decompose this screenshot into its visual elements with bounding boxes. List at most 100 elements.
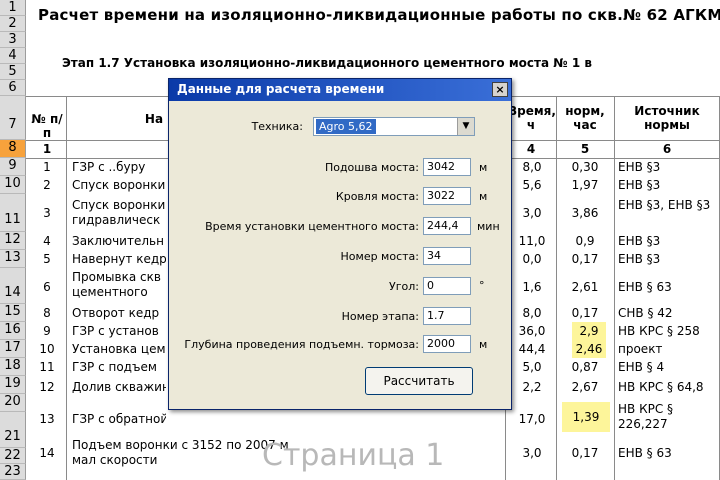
cell-source[interactable]: ЕНВ §3, ЕНВ §3 — [618, 198, 718, 230]
cell-norm[interactable]: 0,87 — [558, 360, 612, 374]
cell-source[interactable]: ЕНВ § 63 — [618, 446, 718, 460]
row-header[interactable]: 22 — [0, 448, 26, 464]
row-header[interactable]: 20 — [0, 394, 26, 412]
row-header[interactable]: 12 — [0, 232, 26, 250]
row-header[interactable]: 9 — [0, 158, 26, 176]
cell-norm-highlighted[interactable]: 2,46 — [572, 340, 606, 358]
row-header[interactable]: 1 — [0, 0, 26, 16]
cell-name[interactable]: ГЗР с ..буру — [72, 160, 166, 174]
row-header[interactable]: 18 — [0, 358, 26, 376]
cell-norm[interactable]: 0,17 — [558, 446, 612, 460]
cell-time[interactable]: 0,0 — [510, 252, 554, 266]
cell-time[interactable]: 11,0 — [510, 234, 554, 248]
row-header[interactable]: 21 — [0, 412, 26, 448]
row-header[interactable]: 7 — [0, 96, 26, 140]
cell-source[interactable]: проект — [618, 342, 718, 356]
cell-time[interactable]: 17,0 — [510, 412, 554, 426]
cell-norm-highlighted[interactable]: 2,9 — [572, 322, 606, 340]
cell-number[interactable]: 6 — [28, 280, 66, 294]
row-header[interactable]: 2 — [0, 16, 26, 32]
cell-number[interactable]: 11 — [28, 360, 66, 374]
row-header[interactable]: 4 — [0, 48, 26, 64]
row-header[interactable]: 5 — [0, 64, 26, 80]
cell-norm[interactable]: 0,30 — [558, 160, 612, 174]
cell-norm[interactable]: 2,61 — [558, 280, 612, 294]
row-header[interactable]: 6 — [0, 80, 26, 96]
stage-number-field[interactable]: 1.7 — [423, 307, 471, 325]
row-header[interactable]: 11 — [0, 194, 26, 232]
chevron-down-icon[interactable]: ▼ — [457, 118, 474, 135]
cell-source[interactable]: ЕНВ § 4 — [618, 360, 718, 374]
cell-number[interactable]: 5 — [28, 252, 66, 266]
cell-name[interactable]: Долив скважин — [72, 380, 166, 394]
cell-time[interactable]: 2,2 — [510, 380, 554, 394]
cell-source[interactable]: СНВ § 42 — [618, 306, 718, 320]
cell-norm[interactable]: 1,97 — [558, 178, 612, 192]
cell-name[interactable]: ГЗР с установ — [72, 324, 166, 338]
angle-field[interactable]: 0 — [423, 277, 471, 295]
close-button[interactable]: × — [492, 82, 508, 97]
bridge-number-field[interactable]: 34 — [423, 247, 471, 265]
cell-name[interactable]: Спуск воронки гидравлическ — [72, 198, 166, 230]
cell-name[interactable]: Спуск воронки — [72, 178, 166, 192]
cell-source[interactable]: ЕНВ §3 — [618, 160, 718, 174]
cell-name[interactable]: Навернут кедр — [72, 252, 166, 266]
cell-number[interactable]: 10 — [28, 342, 66, 356]
cell-number[interactable]: 2 — [28, 178, 66, 192]
cell-number[interactable]: 3 — [28, 206, 66, 220]
cell-number[interactable]: 4 — [28, 234, 66, 248]
cell-source[interactable]: НВ КРС § 64,8 — [618, 380, 718, 394]
cell-name[interactable]: Установка цем — [72, 342, 166, 356]
cell-name[interactable]: ГЗР с подъем — [72, 360, 166, 374]
dialog-title-bar[interactable]: Данные для расчета времени × — [169, 79, 511, 101]
cell-time[interactable]: 5,0 — [510, 360, 554, 374]
row-header[interactable]: 10 — [0, 176, 26, 194]
cell-source[interactable]: ЕНВ § 63 — [618, 280, 718, 294]
top-depth-field[interactable]: 3022 — [423, 187, 471, 205]
brake-depth-field[interactable]: 2000 — [423, 335, 471, 353]
cell-name[interactable]: Заключительн — [72, 234, 166, 248]
cell-norm[interactable]: 0,17 — [558, 252, 612, 266]
calculate-button[interactable]: Рассчитать — [365, 367, 473, 395]
cell-number[interactable]: 8 — [28, 306, 66, 320]
cell-number[interactable]: 14 — [28, 446, 66, 460]
field-label: Глубина проведения подъемн. тормоза: — [184, 338, 419, 351]
row-header[interactable]: 17 — [0, 340, 26, 358]
cell-number[interactable]: 1 — [28, 160, 66, 174]
cell-norm[interactable]: 2,67 — [558, 380, 612, 394]
cell-name[interactable]: Промывка скв цементного мо — [72, 270, 166, 302]
row-header[interactable]: 16 — [0, 322, 26, 340]
cell-time[interactable]: 8,0 — [510, 306, 554, 320]
cell-time[interactable]: 3,0 — [510, 206, 554, 220]
cell-source[interactable]: НВ КРС § 258 — [618, 324, 718, 338]
cell-number[interactable]: 9 — [28, 324, 66, 338]
cell-source[interactable]: ЕНВ §3 — [618, 178, 718, 192]
cell-norm[interactable]: 0,17 — [558, 306, 612, 320]
bottom-depth-field[interactable]: 3042 — [423, 158, 471, 176]
row-header-selected[interactable]: 8 — [0, 140, 26, 158]
cell-time[interactable]: 3,0 — [510, 446, 554, 460]
cell-number[interactable]: 12 — [28, 380, 66, 394]
cell-source[interactable]: ЕНВ §3 — [618, 252, 718, 266]
cell-norm-highlighted[interactable]: 1,39 — [562, 402, 610, 432]
cell-time[interactable]: 5,6 — [510, 178, 554, 192]
cell-time[interactable]: 44,4 — [510, 342, 554, 356]
cell-source[interactable]: НВ КРС § 226,227 — [618, 402, 718, 434]
cell-norm[interactable]: 3,86 — [558, 206, 612, 220]
row-header[interactable]: 13 — [0, 250, 26, 268]
cell-time[interactable]: 1,6 — [510, 280, 554, 294]
cell-time[interactable]: 36,0 — [510, 324, 554, 338]
cell-source[interactable]: ЕНВ §3 — [618, 234, 718, 248]
technique-select[interactable]: Agro 5,62 ▼ — [313, 117, 475, 136]
cell-time[interactable]: 8,0 — [510, 160, 554, 174]
cell-name[interactable]: ГЗР с обратной промывкой — [72, 412, 166, 426]
row-header[interactable]: 15 — [0, 304, 26, 322]
install-time-field[interactable]: 244,4 — [423, 217, 471, 235]
row-header[interactable]: 19 — [0, 376, 26, 394]
cell-norm[interactable]: 0,9 — [558, 234, 612, 248]
cell-number[interactable]: 13 — [28, 412, 66, 426]
cell-name[interactable]: Отворот кедр — [72, 306, 166, 320]
row-header[interactable]: 3 — [0, 32, 26, 48]
row-header[interactable]: 23 — [0, 464, 26, 480]
row-header[interactable]: 14 — [0, 268, 26, 304]
